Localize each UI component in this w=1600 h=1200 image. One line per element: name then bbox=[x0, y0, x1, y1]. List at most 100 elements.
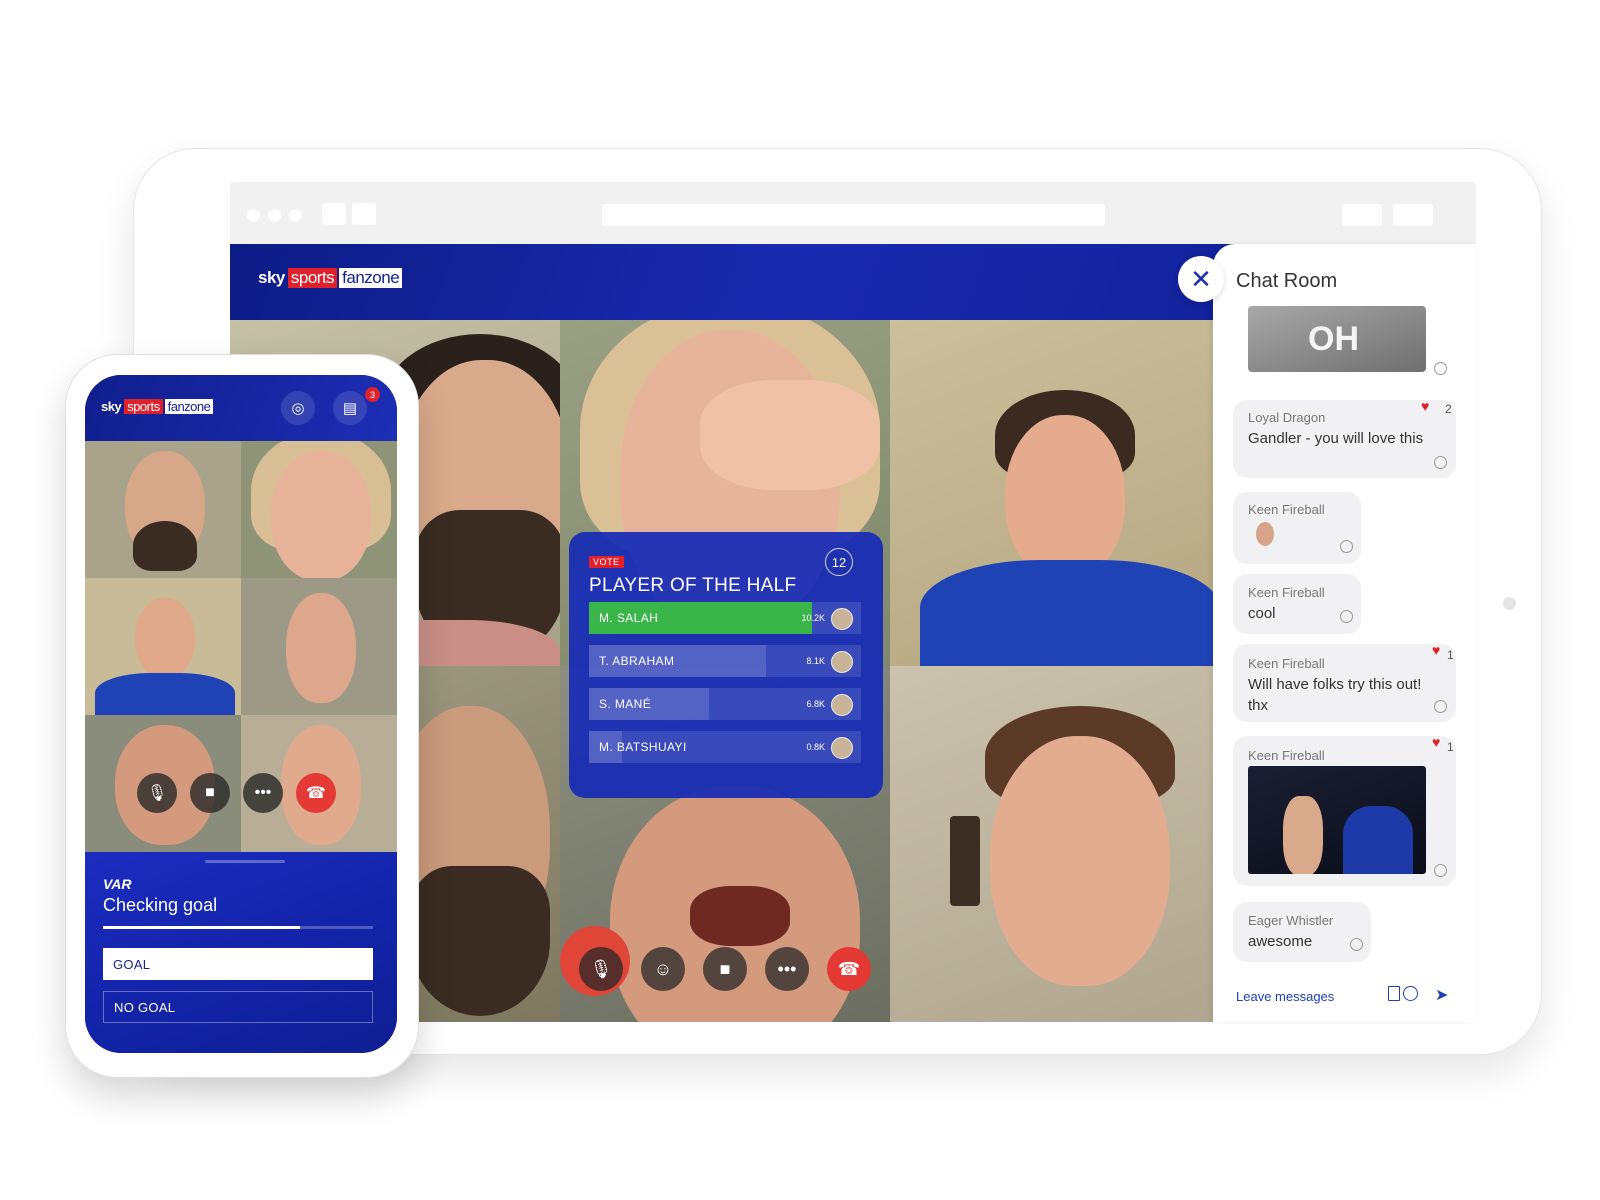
vote-title: PLAYER OF THE HALF bbox=[589, 575, 797, 596]
camera-icon: ■ bbox=[719, 958, 731, 979]
sticker-button[interactable]: ☺ bbox=[641, 947, 685, 991]
message-author: Keen Fireball bbox=[1248, 748, 1325, 763]
notification-badge: 3 bbox=[365, 387, 380, 402]
player-figure bbox=[1283, 796, 1323, 874]
message-author: Keen Fireball bbox=[1248, 585, 1325, 600]
video-tile[interactable] bbox=[241, 441, 397, 578]
vote-option-row[interactable]: S. MANÉ 6.8K bbox=[589, 688, 861, 720]
player-avatar bbox=[831, 737, 853, 759]
mic-button[interactable]: 🎙 bbox=[579, 947, 623, 991]
var-title: Checking goal bbox=[103, 895, 218, 915]
participant-mouth bbox=[690, 886, 790, 946]
participant-beard bbox=[133, 521, 197, 571]
browser-action-button[interactable] bbox=[1393, 204, 1433, 226]
window-dot bbox=[247, 209, 260, 222]
chat-title: Chat Room bbox=[1236, 270, 1338, 292]
more-button[interactable]: ••• bbox=[243, 773, 283, 813]
participant-shirt bbox=[95, 673, 235, 715]
audio-button[interactable]: ◎ bbox=[281, 391, 315, 425]
player-avatar bbox=[831, 651, 853, 673]
browser-forward-button[interactable] bbox=[352, 203, 376, 225]
mic-icon: 🎙 bbox=[589, 958, 613, 979]
more-button[interactable]: ••• bbox=[765, 947, 809, 991]
video-tile[interactable] bbox=[85, 441, 241, 578]
vote-option-value: 0.8K bbox=[806, 742, 825, 752]
vote-option-name: M. BATSHUAYI bbox=[599, 740, 687, 754]
close-chat-button[interactable]: ✕ bbox=[1178, 256, 1224, 302]
mobile-header: sky sports fanzone ◎ ▤ 3 bbox=[85, 375, 397, 441]
react-icon[interactable] bbox=[1340, 610, 1353, 623]
window-dot bbox=[289, 209, 302, 222]
message-text: awesome bbox=[1248, 933, 1313, 950]
heart-icon[interactable]: ♥ bbox=[1432, 734, 1440, 750]
vote-option-value: 8.1K bbox=[806, 656, 825, 666]
participant-hand bbox=[700, 380, 880, 490]
like-count: 1 bbox=[1447, 648, 1454, 662]
chat-gif[interactable]: OH bbox=[1248, 306, 1426, 372]
vote-option-row[interactable]: M. SALAH 10.2K bbox=[589, 602, 861, 634]
video-tile[interactable] bbox=[890, 666, 1228, 1022]
address-bar[interactable] bbox=[602, 204, 1105, 226]
participant-face bbox=[135, 598, 195, 678]
browser-back-button[interactable] bbox=[322, 203, 346, 225]
more-icon: ••• bbox=[777, 958, 797, 979]
logo-fanzone: fanzone bbox=[164, 399, 214, 414]
react-icon[interactable] bbox=[1434, 456, 1447, 469]
sky-sports-fanzone-logo: sky sports fanzone bbox=[101, 399, 214, 414]
vote-option-name: T. ABRAHAM bbox=[599, 654, 675, 668]
var-logo: VAR bbox=[103, 876, 132, 892]
vote-option-row[interactable]: M. BATSHUAYI 0.8K bbox=[589, 731, 861, 763]
heart-icon[interactable]: ♥ bbox=[1421, 398, 1429, 414]
participant-face bbox=[1005, 415, 1125, 580]
video-tile[interactable] bbox=[241, 578, 397, 715]
fanzone-mobile-app: sky sports fanzone ◎ ▤ 3 🎙 ■ ••• ☎ VAR C… bbox=[85, 375, 397, 1053]
attach-icon[interactable] bbox=[1388, 986, 1400, 1001]
camera-button[interactable]: ■ bbox=[190, 773, 230, 813]
vote-option-name: S. MANÉ bbox=[599, 697, 652, 711]
react-icon[interactable] bbox=[1434, 362, 1447, 375]
video-tile[interactable] bbox=[890, 320, 1228, 666]
react-icon[interactable] bbox=[1350, 938, 1363, 951]
tablet-home-button bbox=[1503, 597, 1516, 610]
message-author: Keen Fireball bbox=[1248, 656, 1325, 671]
emoji-icon[interactable] bbox=[1403, 986, 1418, 1001]
chat-gif[interactable] bbox=[1248, 766, 1426, 874]
mic-button[interactable]: 🎙 bbox=[137, 773, 177, 813]
participant-shirt bbox=[920, 560, 1220, 666]
browser-action-button[interactable] bbox=[1342, 204, 1382, 226]
video-tile[interactable] bbox=[85, 578, 241, 715]
sticker-image[interactable] bbox=[1256, 522, 1274, 546]
chat-button[interactable]: ▤ bbox=[333, 391, 367, 425]
mic-icon: 🎙 bbox=[146, 785, 168, 802]
send-icon[interactable]: ➤ bbox=[1435, 985, 1448, 1005]
message-text: cool bbox=[1248, 605, 1276, 622]
participant-beard bbox=[410, 866, 550, 1016]
vote-option-row[interactable]: T. ABRAHAM 8.1K bbox=[589, 645, 861, 677]
window-dot bbox=[268, 209, 281, 222]
end-call-icon: ☎ bbox=[837, 958, 861, 979]
player-figure bbox=[1343, 806, 1413, 874]
no-goal-option[interactable]: NO GOAL bbox=[103, 991, 373, 1023]
react-icon[interactable] bbox=[1434, 700, 1447, 713]
chat-icon: ▤ bbox=[342, 400, 358, 417]
logo-sports: sports bbox=[124, 399, 163, 414]
participant-face bbox=[271, 451, 371, 578]
message-input[interactable]: Leave messages bbox=[1236, 989, 1334, 1004]
end-call-icon: ☎ bbox=[306, 785, 326, 802]
participant-face bbox=[286, 593, 356, 703]
vote-panel: VOTE PLAYER OF THE HALF 12 M. SALAH 10.2K… bbox=[569, 532, 883, 798]
camera-button[interactable]: ■ bbox=[703, 947, 747, 991]
react-icon[interactable] bbox=[1340, 540, 1353, 553]
end-call-button[interactable]: ☎ bbox=[827, 947, 871, 991]
heart-icon[interactable]: ♥ bbox=[1432, 642, 1440, 658]
end-call-button[interactable]: ☎ bbox=[296, 773, 336, 813]
close-icon: ✕ bbox=[1190, 263, 1212, 294]
player-avatar bbox=[831, 608, 853, 630]
camera-icon: ■ bbox=[205, 784, 215, 801]
sticker-icon: ☺ bbox=[653, 958, 673, 979]
drag-handle[interactable] bbox=[205, 860, 285, 863]
logo-fanzone: fanzone bbox=[339, 268, 403, 288]
react-icon[interactable] bbox=[1434, 864, 1447, 877]
sky-sports-fanzone-logo: sky sports fanzone bbox=[258, 268, 403, 288]
goal-option[interactable]: GOAL bbox=[103, 948, 373, 980]
